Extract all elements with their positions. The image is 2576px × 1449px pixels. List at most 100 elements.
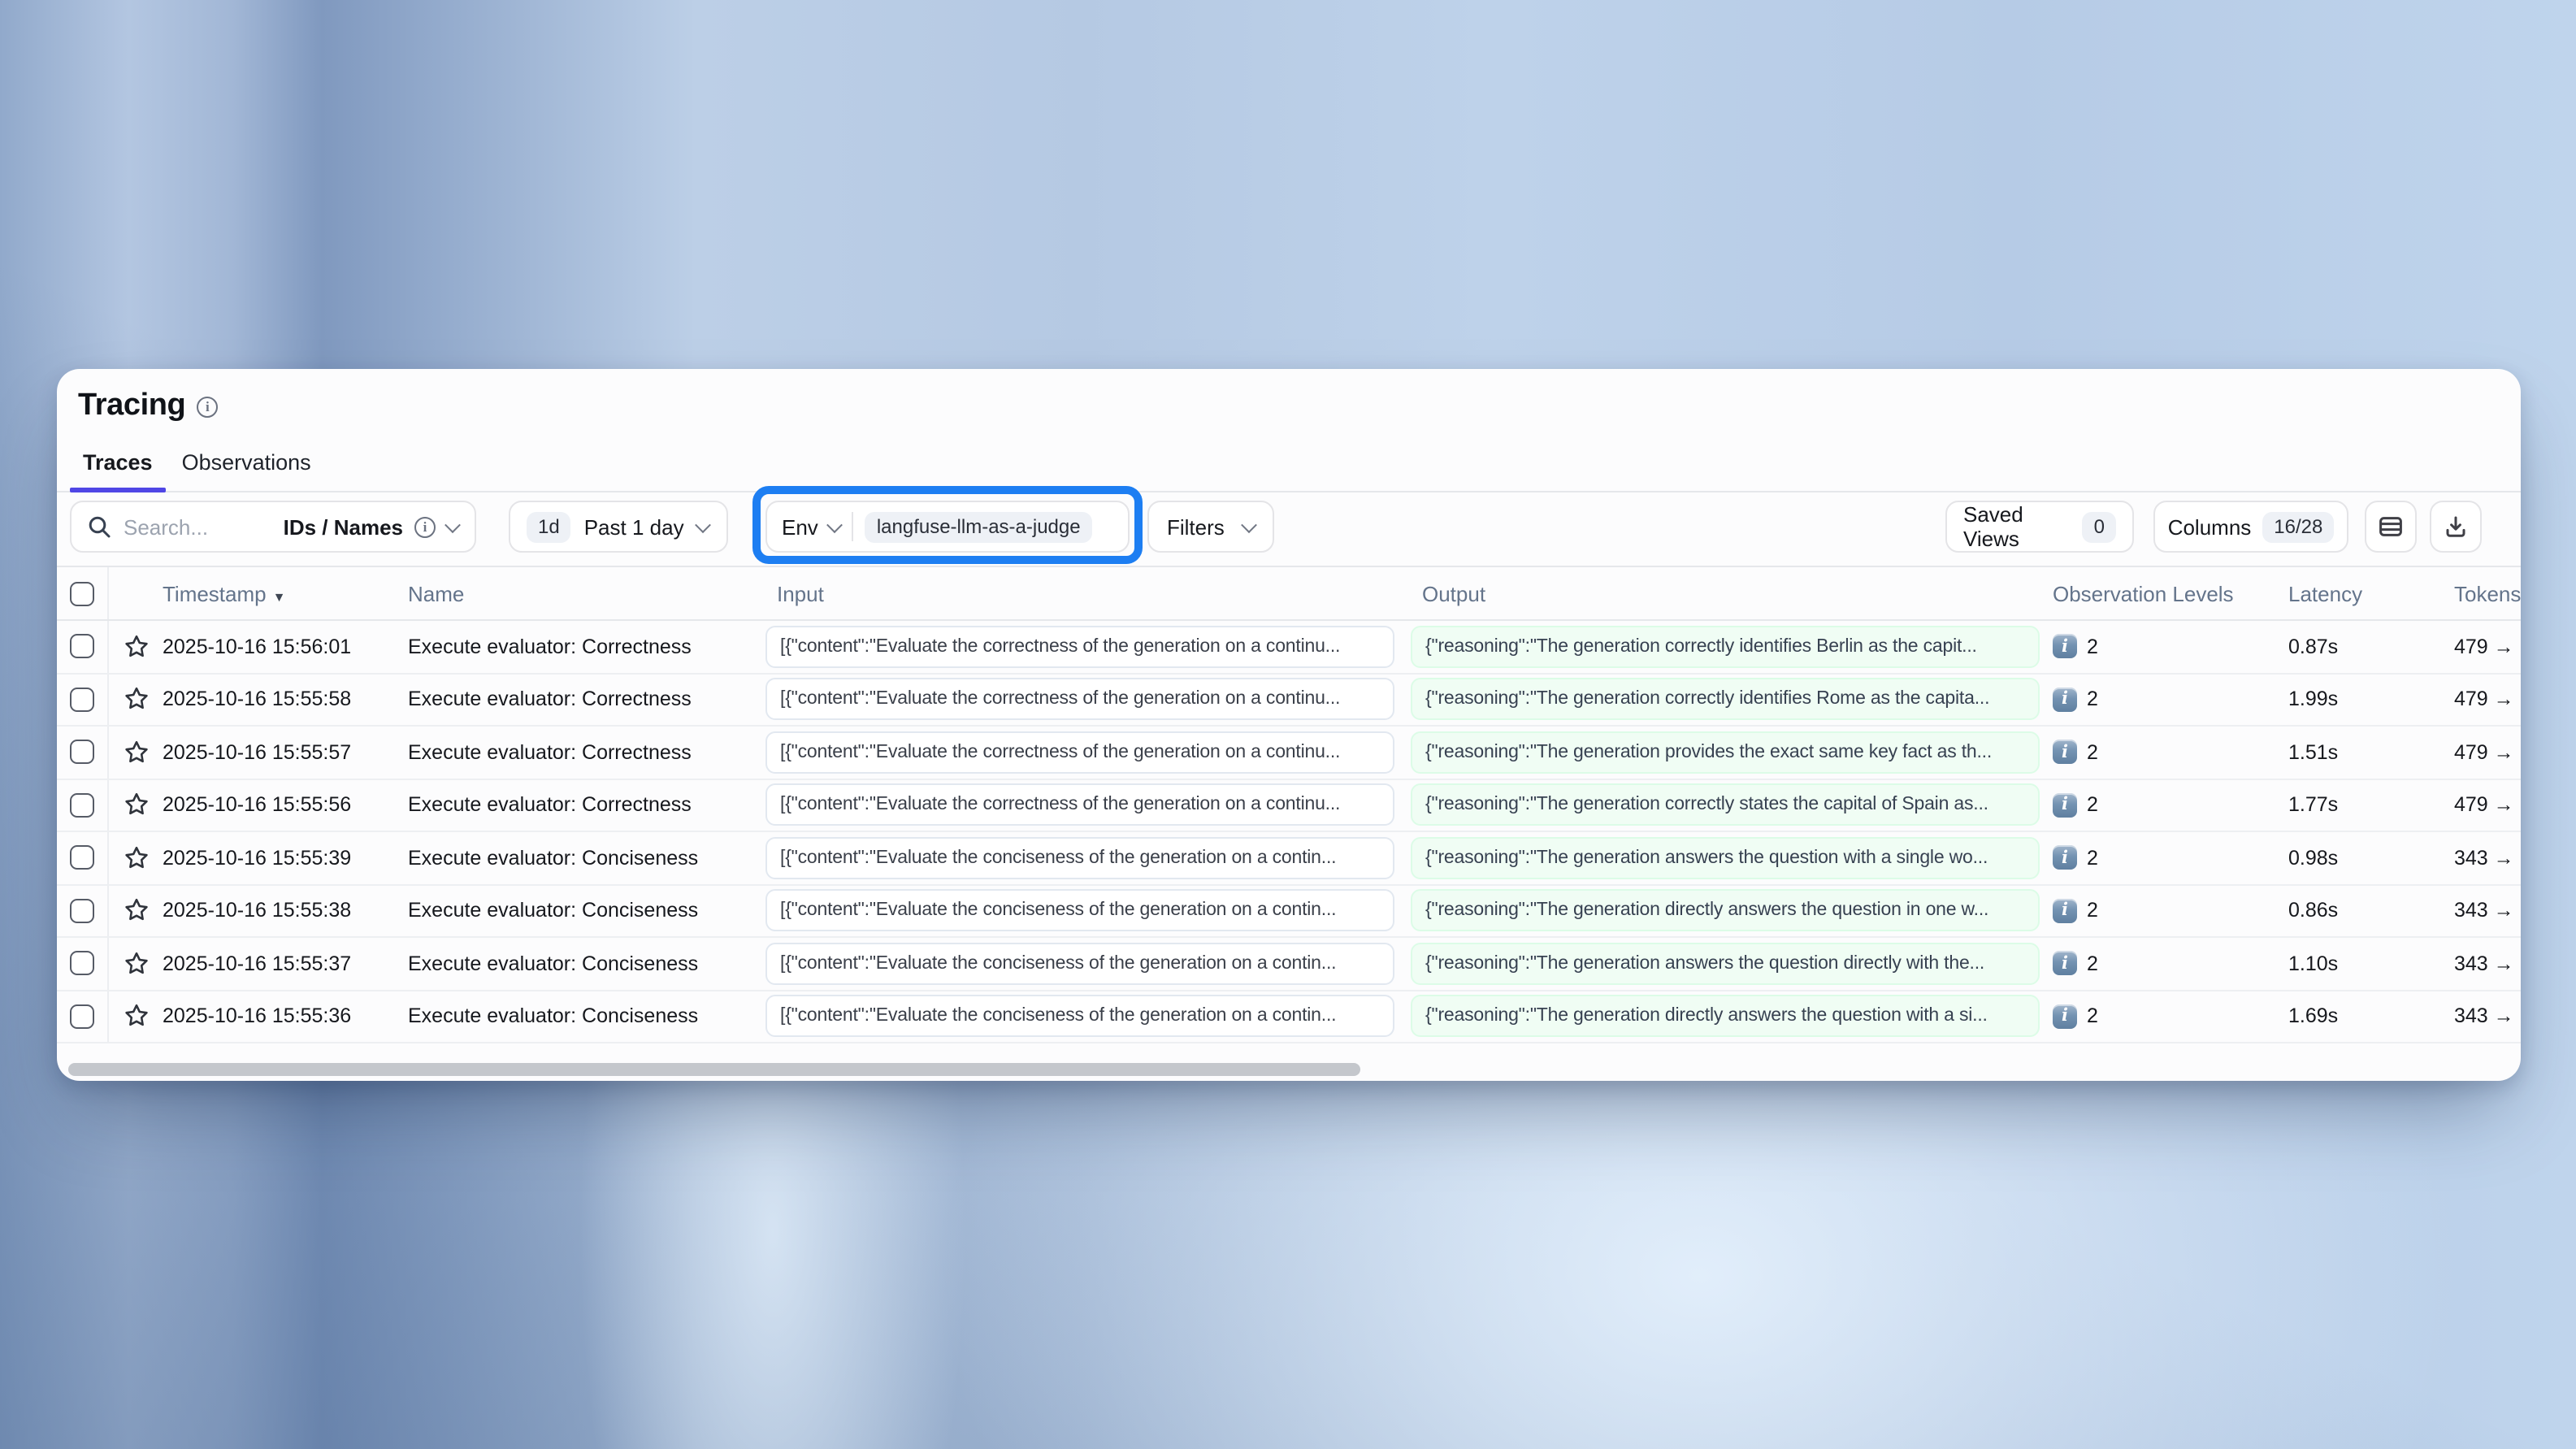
row-checkbox[interactable] <box>70 793 94 818</box>
table-row[interactable]: 2025-10-16 15:55:56 Execute evaluator: C… <box>57 779 2521 832</box>
search-input[interactable]: Search... IDs / Names i <box>70 501 476 553</box>
cell-timestamp[interactable]: 2025-10-16 15:56:01 <box>163 636 408 658</box>
row-checkbox[interactable] <box>70 740 94 765</box>
filters-button[interactable]: Filters <box>1147 501 1274 553</box>
column-header-tokens[interactable]: Tokens <box>2454 581 2521 605</box>
tab-traces[interactable]: Traces <box>68 442 167 491</box>
cell-observation-levels: i 2 <box>2053 899 2288 923</box>
filters-label: Filters <box>1167 514 1225 539</box>
cell-name[interactable]: Execute evaluator: Correctness <box>408 741 765 764</box>
cell-latency: 1.51s <box>2288 741 2454 764</box>
star-icon[interactable] <box>123 1004 149 1030</box>
cell-input-preview[interactable]: [{"content":"Evaluate the conciseness of… <box>765 837 1394 879</box>
cell-name[interactable]: Execute evaluator: Conciseness <box>408 847 765 870</box>
row-checkbox[interactable] <box>70 1004 94 1029</box>
cell-output-preview[interactable]: {"reasoning":"The generation correctly i… <box>1411 679 2040 721</box>
saved-views-count-badge: 0 <box>2083 511 2116 542</box>
cell-input-preview[interactable]: [{"content":"Evaluate the correctness of… <box>765 626 1394 668</box>
cell-output-preview[interactable]: {"reasoning":"The generation provides th… <box>1411 731 2040 774</box>
star-icon[interactable] <box>123 898 149 924</box>
tab-observations[interactable]: Observations <box>167 442 326 491</box>
row-checkbox[interactable] <box>70 952 94 976</box>
columns-label: Columns <box>2168 514 2252 539</box>
cell-name[interactable]: Execute evaluator: Correctness <box>408 794 765 817</box>
search-type-select[interactable]: IDs / Names i <box>284 514 458 539</box>
cell-output-preview[interactable]: {"reasoning":"The generation directly an… <box>1411 996 2040 1038</box>
column-header-latency[interactable]: Latency <box>2288 581 2454 605</box>
column-header-output[interactable]: Output <box>1411 581 2053 605</box>
saved-views-button[interactable]: Saved Views 0 <box>1945 501 2134 553</box>
column-header-timestamp[interactable]: Timestamp▼ <box>163 581 408 605</box>
download-icon <box>2443 514 2469 540</box>
env-filter-label: Env <box>782 514 818 539</box>
column-header-observation-levels[interactable]: Observation Levels <box>2053 581 2288 605</box>
cell-timestamp[interactable]: 2025-10-16 15:55:39 <box>163 847 408 870</box>
cell-name[interactable]: Execute evaluator: Correctness <box>408 636 765 658</box>
observation-level-count: 2 <box>2087 794 2098 817</box>
columns-button[interactable]: Columns 16/28 <box>2153 501 2348 553</box>
table-row[interactable]: 2025-10-16 15:55:36 Execute evaluator: C… <box>57 991 2521 1043</box>
star-icon[interactable] <box>123 634 149 660</box>
cell-output-preview[interactable]: {"reasoning":"The generation answers the… <box>1411 943 2040 985</box>
cell-input-preview[interactable]: [{"content":"Evaluate the conciseness of… <box>765 943 1394 985</box>
traces-table: Timestamp▼ Name Input Output Observation… <box>57 566 2521 1043</box>
row-height-button[interactable] <box>2365 501 2417 553</box>
cell-input-preview[interactable]: [{"content":"Evaluate the conciseness of… <box>765 890 1394 932</box>
export-button[interactable] <box>2430 501 2482 553</box>
row-checkbox[interactable] <box>70 635 94 659</box>
row-select-cell <box>57 674 109 725</box>
horizontal-scrollbar-thumb[interactable] <box>68 1063 1360 1076</box>
row-checkbox[interactable] <box>70 688 94 712</box>
cell-name[interactable]: Execute evaluator: Conciseness <box>408 1005 765 1028</box>
time-range-select[interactable]: 1d Past 1 day <box>509 501 728 553</box>
cell-input-preview[interactable]: [{"content":"Evaluate the correctness of… <box>765 784 1394 826</box>
row-star-cell <box>109 792 163 818</box>
select-all-checkbox[interactable] <box>70 581 94 605</box>
row-checkbox[interactable] <box>70 846 94 870</box>
cell-tokens: 343 → <box>2454 847 2521 870</box>
cell-timestamp[interactable]: 2025-10-16 15:55:36 <box>163 1005 408 1028</box>
cell-input-preview[interactable]: [{"content":"Evaluate the conciseness of… <box>765 996 1394 1038</box>
cell-output-preview[interactable]: {"reasoning":"The generation correctly s… <box>1411 784 2040 826</box>
star-icon[interactable] <box>123 687 149 713</box>
table-row[interactable]: 2025-10-16 15:55:58 Execute evaluator: C… <box>57 674 2521 727</box>
table-row[interactable]: 2025-10-16 15:55:39 Execute evaluator: C… <box>57 832 2521 885</box>
divider <box>852 512 854 541</box>
page-info-icon[interactable]: i <box>197 396 218 417</box>
column-header-name[interactable]: Name <box>408 581 765 605</box>
column-header-input[interactable]: Input <box>765 581 1411 605</box>
env-filter-value-badge[interactable]: langfuse-llm-as-a-judge <box>865 511 1092 542</box>
cell-timestamp[interactable]: 2025-10-16 15:55:57 <box>163 741 408 764</box>
observation-level-count: 2 <box>2087 900 2098 922</box>
toolbar: Search... IDs / Names i 1d Past 1 day En… <box>57 492 2521 566</box>
table-row[interactable]: 2025-10-16 15:55:37 Execute evaluator: C… <box>57 938 2521 991</box>
cell-timestamp[interactable]: 2025-10-16 15:55:37 <box>163 952 408 975</box>
cell-timestamp[interactable]: 2025-10-16 15:55:58 <box>163 688 408 711</box>
env-filter-select[interactable]: Env langfuse-llm-as-a-judge <box>765 501 1130 553</box>
table-row[interactable]: 2025-10-16 15:55:57 Execute evaluator: C… <box>57 727 2521 779</box>
star-icon[interactable] <box>123 740 149 766</box>
cell-output-preview[interactable]: {"reasoning":"The generation directly an… <box>1411 890 2040 932</box>
cell-name[interactable]: Execute evaluator: Conciseness <box>408 900 765 922</box>
cell-name[interactable]: Execute evaluator: Conciseness <box>408 952 765 975</box>
cell-output-preview[interactable]: {"reasoning":"The generation answers the… <box>1411 837 2040 879</box>
cell-input-preview[interactable]: [{"content":"Evaluate the correctness of… <box>765 679 1394 721</box>
cell-observation-levels: i 2 <box>2053 846 2288 870</box>
row-checkbox[interactable] <box>70 899 94 923</box>
star-icon[interactable] <box>123 951 149 977</box>
search-info-icon[interactable]: i <box>414 516 436 537</box>
cell-tokens: 343 → <box>2454 1005 2521 1028</box>
table-row[interactable]: 2025-10-16 15:55:38 Execute evaluator: C… <box>57 885 2521 938</box>
cell-name[interactable]: Execute evaluator: Correctness <box>408 688 765 711</box>
star-icon[interactable] <box>123 792 149 818</box>
table-row[interactable]: 2025-10-16 15:56:01 Execute evaluator: C… <box>57 621 2521 674</box>
cell-latency: 1.69s <box>2288 1005 2454 1028</box>
cell-timestamp[interactable]: 2025-10-16 15:55:56 <box>163 794 408 817</box>
observation-level-count: 2 <box>2087 952 2098 975</box>
row-star-cell <box>109 951 163 977</box>
star-icon[interactable] <box>123 845 149 871</box>
cell-timestamp[interactable]: 2025-10-16 15:55:38 <box>163 900 408 922</box>
cell-input-preview[interactable]: [{"content":"Evaluate the correctness of… <box>765 731 1394 774</box>
columns-count-badge: 16/28 <box>2262 511 2334 542</box>
cell-output-preview[interactable]: {"reasoning":"The generation correctly i… <box>1411 626 2040 668</box>
